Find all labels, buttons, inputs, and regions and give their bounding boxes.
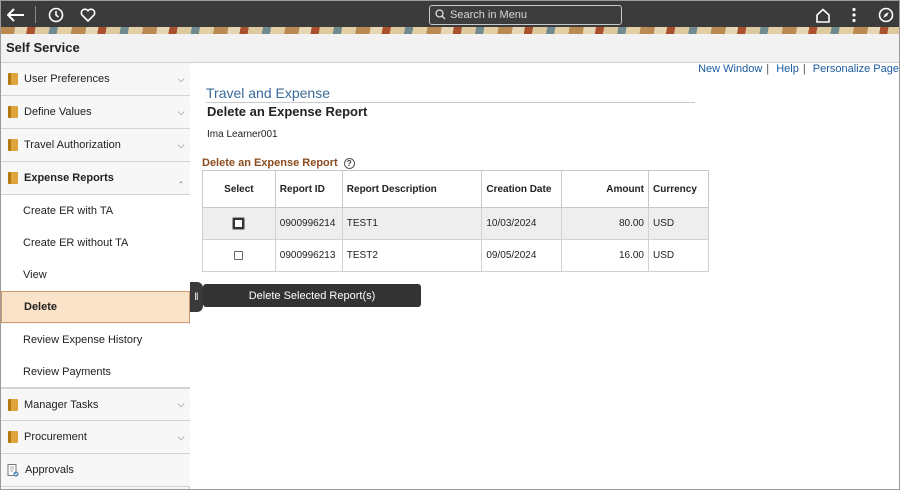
help-question-icon[interactable]: ? — [343, 157, 355, 169]
sidebar: User Preferences ⌵ Define Values ⌵ Trave… — [1, 63, 190, 489]
sidebar-item-procurement[interactable]: Procurement ⌵ — [1, 421, 190, 454]
column-header-amount: Amount — [561, 170, 649, 208]
banner-separator — [35, 6, 36, 23]
select-checkbox[interactable] — [233, 217, 245, 229]
title-divider — [206, 102, 695, 103]
header-title: Self Service — [6, 40, 80, 55]
sidebar-item-label: Procurement — [24, 431, 87, 443]
folder-icon — [8, 431, 18, 443]
column-header-creation-date: Creation Date — [481, 170, 563, 208]
navigator-compass-icon[interactable] — [875, 4, 897, 26]
search-menu-input[interactable]: Search in Menu — [429, 5, 622, 25]
chevron-up-icon: ‸ — [179, 172, 183, 183]
approvals-document-icon — [7, 463, 19, 477]
grid-title: Delete an Expense Report ? — [202, 157, 355, 169]
select-cell — [202, 239, 276, 272]
grid-title-text: Delete an Expense Report — [202, 157, 338, 169]
sidebar-item-travel-authorization[interactable]: Travel Authorization ⌵ — [1, 129, 190, 162]
search-icon — [435, 9, 446, 20]
report-id-cell: 0900996213 — [274, 239, 343, 272]
page-links: New Window | Help | Personalize Page — [698, 63, 899, 75]
sidebar-subitem-review-expense-history[interactable]: Review Expense History — [1, 324, 190, 356]
sidebar-item-user-preferences[interactable]: User Preferences ⌵ — [1, 63, 190, 96]
report-id-cell: 0900996214 — [274, 207, 343, 240]
column-header-description: Report Description — [341, 170, 483, 208]
sidebar-collapse-handle[interactable]: ‖ — [190, 282, 203, 312]
page-title: Delete an Expense Report — [207, 104, 368, 119]
sidebar-item-label: Expense Reports — [24, 172, 114, 184]
search-placeholder: Search in Menu — [450, 9, 528, 21]
recent-history-icon[interactable] — [45, 4, 67, 26]
description-cell: TEST1 — [341, 207, 483, 240]
sidebar-item-label: User Preferences — [24, 73, 110, 85]
folder-icon — [8, 139, 18, 151]
creation-date-cell: 09/05/2024 — [481, 239, 563, 272]
breadcrumb: Travel and Expense — [206, 85, 330, 101]
select-checkbox[interactable] — [234, 250, 244, 260]
page-header: Self Service — [1, 34, 899, 63]
sidebar-item-define-values[interactable]: Define Values ⌵ — [1, 96, 190, 129]
table-row: 0900996213 TEST2 09/05/2024 16.00 USD — [202, 239, 709, 272]
sidebar-item-expense-reports[interactable]: Expense Reports ‸ — [1, 162, 190, 195]
folder-icon — [8, 73, 18, 85]
actions-menu-icon[interactable] — [843, 4, 865, 26]
link-separator: | — [802, 63, 806, 75]
chevron-down-icon: ⌵ — [177, 106, 185, 117]
home-icon[interactable] — [812, 4, 834, 26]
sidebar-item-label: Approvals — [25, 464, 74, 476]
link-separator: | — [766, 63, 770, 75]
amount-cell: 80.00 — [561, 207, 649, 240]
top-banner: Search in Menu — [1, 1, 899, 34]
sidebar-subitem-create-er-with-ta[interactable]: Create ER with TA — [1, 195, 190, 227]
folder-icon — [8, 106, 18, 118]
expense-report-grid: Select Report ID Report Description Crea… — [202, 170, 709, 272]
folder-icon — [8, 398, 18, 411]
grid-header-row: Select Report ID Report Description Crea… — [202, 170, 709, 208]
chevron-down-icon: ⌵ — [177, 139, 185, 150]
currency-cell: USD — [648, 207, 709, 240]
sidebar-item-label: Travel Authorization — [24, 139, 121, 151]
personalize-page-link[interactable]: Personalize Page — [813, 63, 899, 75]
user-name: Ima Learner001 — [207, 129, 278, 140]
favorites-heart-icon[interactable] — [77, 4, 99, 26]
sidebar-subitem-view[interactable]: View — [1, 259, 190, 291]
chevron-down-icon: ⌵ — [177, 73, 185, 84]
table-row: 0900996214 TEST1 10/03/2024 80.00 USD — [202, 207, 709, 240]
select-cell — [202, 207, 276, 240]
description-cell: TEST2 — [341, 239, 483, 272]
currency-cell: USD — [648, 239, 709, 272]
column-header-report-id: Report ID — [274, 170, 343, 208]
sidebar-item-label: Define Values — [24, 106, 92, 118]
sidebar-subitem-delete[interactable]: Delete — [1, 291, 190, 323]
folder-icon — [8, 172, 18, 184]
sidebar-subitem-create-er-without-ta[interactable]: Create ER without TA — [1, 227, 190, 259]
chevron-down-icon: ⌵ — [177, 431, 185, 442]
sidebar-item-approvals[interactable]: Approvals — [1, 454, 190, 487]
sidebar-item-manager-tasks[interactable]: Manager Tasks ⌵ — [1, 388, 190, 421]
sidebar-item-label: Manager Tasks — [24, 398, 99, 411]
creation-date-cell: 10/03/2024 — [481, 207, 563, 240]
column-header-currency: Currency — [648, 170, 709, 208]
column-header-select: Select — [202, 170, 276, 208]
new-window-link[interactable]: New Window — [698, 63, 762, 75]
help-link[interactable]: Help — [776, 63, 799, 75]
sidebar-subitem-review-payments[interactable]: Review Payments — [1, 356, 190, 388]
delete-selected-reports-button[interactable]: Delete Selected Report(s) — [203, 284, 421, 307]
banner-pattern — [1, 27, 899, 34]
amount-cell: 16.00 — [561, 239, 649, 272]
back-arrow-icon[interactable] — [5, 4, 27, 26]
chevron-down-icon: ⌵ — [177, 399, 185, 409]
